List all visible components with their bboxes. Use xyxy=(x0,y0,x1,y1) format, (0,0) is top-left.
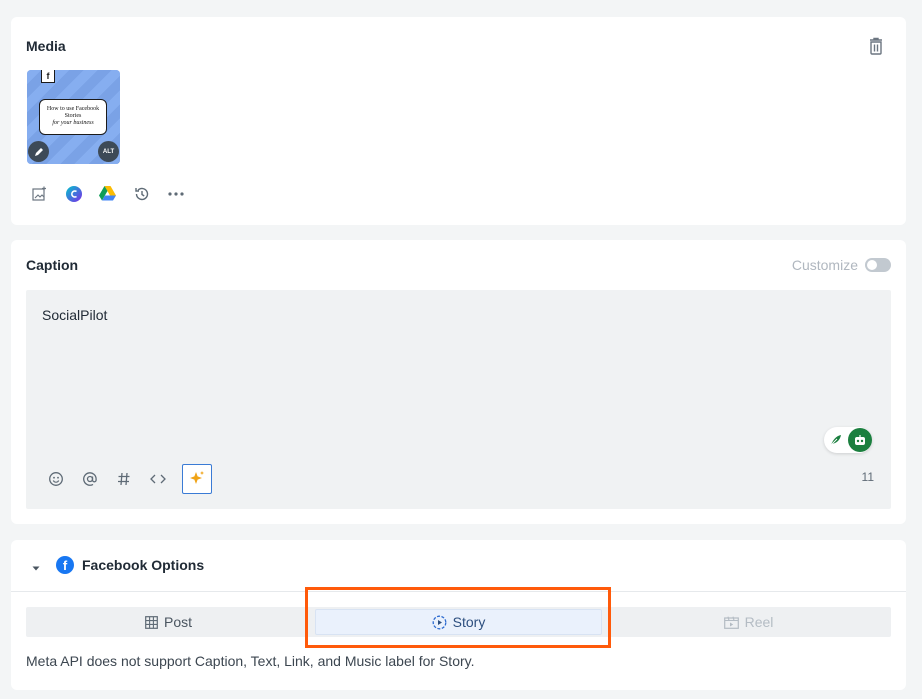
pencil-icon xyxy=(34,147,43,156)
media-toolbar xyxy=(31,185,184,202)
character-count: 11 xyxy=(861,470,874,484)
emoji-icon[interactable] xyxy=(46,469,66,489)
ai-sparkle-button[interactable] xyxy=(182,464,212,494)
thumbnail-card: How to use Facebook Stories for your bus… xyxy=(39,99,107,135)
media-title: Media xyxy=(26,38,66,54)
tab-story[interactable]: Story xyxy=(315,609,602,635)
add-image-icon[interactable] xyxy=(31,185,48,202)
chevron-down-icon[interactable] xyxy=(31,560,41,571)
history-icon[interactable] xyxy=(133,185,150,202)
caption-card: Caption Customize SocialPilot 11 xyxy=(11,240,906,524)
tab-reel-label: Reel xyxy=(744,614,774,630)
more-icon[interactable] xyxy=(167,185,184,202)
post-type-tabs: Post Story Reel xyxy=(26,607,891,637)
story-api-note: Meta API does not support Caption, Text,… xyxy=(26,653,475,669)
customize-label: Customize xyxy=(791,257,858,273)
media-card: Media f How to use Facebook Stories for … xyxy=(11,17,906,225)
play-circle-icon xyxy=(432,615,447,629)
facebook-options-card: f Facebook Options Post Story Reel Meta … xyxy=(11,540,906,690)
customize-toggle[interactable] xyxy=(865,258,891,272)
thumbnail-facebook-mark: f xyxy=(41,70,55,83)
code-icon[interactable] xyxy=(148,469,168,489)
google-drive-icon[interactable] xyxy=(99,185,116,202)
facebook-icon: f xyxy=(56,556,74,574)
alt-text-button[interactable]: ALT xyxy=(98,141,119,162)
media-thumbnail[interactable]: f How to use Facebook Stories for your b… xyxy=(27,70,120,164)
customize-control: Customize xyxy=(792,257,891,273)
edit-media-button[interactable] xyxy=(28,141,49,162)
facebook-options-header[interactable]: f Facebook Options xyxy=(11,540,906,592)
thumbnail-headline: How to use Facebook Stories xyxy=(46,106,100,119)
feather-icon[interactable] xyxy=(824,427,848,453)
ai-assistant-badges xyxy=(824,427,872,453)
grid-icon xyxy=(145,615,158,629)
delete-icon[interactable] xyxy=(868,37,884,55)
caption-toolbar xyxy=(46,464,212,494)
mention-icon[interactable] xyxy=(80,469,100,489)
reel-icon xyxy=(723,616,739,629)
facebook-options-title: Facebook Options xyxy=(82,557,205,573)
caption-title: Caption xyxy=(26,257,79,273)
hashtag-icon[interactable] xyxy=(114,469,134,489)
sparkle-icon xyxy=(190,471,204,484)
tab-post-label: Post xyxy=(163,614,192,630)
tab-post[interactable]: Post xyxy=(26,607,311,637)
thumbnail-subline: for your business xyxy=(52,120,94,126)
canva-icon[interactable] xyxy=(65,185,82,202)
bot-icon[interactable] xyxy=(848,428,872,452)
caption-editor[interactable]: SocialPilot 11 xyxy=(26,290,891,509)
tab-reel[interactable]: Reel xyxy=(606,607,891,637)
caption-text[interactable]: SocialPilot xyxy=(42,307,107,323)
tab-story-label: Story xyxy=(452,614,486,630)
